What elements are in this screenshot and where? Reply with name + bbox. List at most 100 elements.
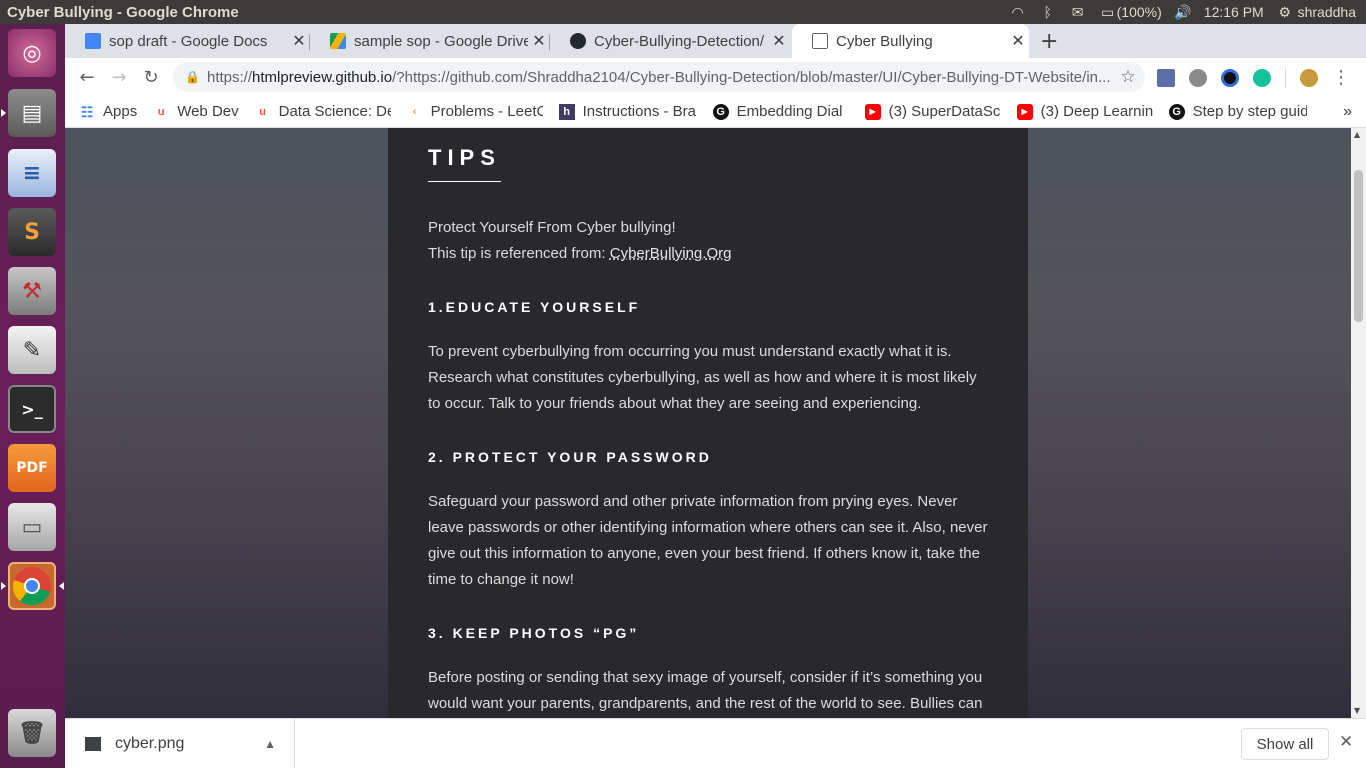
bluetooth-icon[interactable]: ᛒ	[1039, 4, 1057, 20]
udemy-icon: u	[259, 105, 266, 118]
text-editor-icon[interactable]: ✎	[8, 326, 56, 374]
page-icon	[812, 33, 828, 49]
files-icon[interactable]: ▤	[8, 89, 56, 137]
extensions-area: ⋮	[1157, 67, 1350, 88]
volume-icon[interactable]: 🔊	[1174, 4, 1192, 21]
tab-strip: sop draft - Google Docs ✕ sample sop - G…	[65, 24, 1366, 58]
eyedropper-extension-icon[interactable]	[1157, 68, 1175, 87]
forward-button[interactable]: →	[103, 67, 135, 88]
address-bar[interactable]: 🔒 https://htmlpreview.github.io/?https:/…	[173, 62, 1145, 92]
bookmark-deep-learning[interactable]: ▶ (3) Deep Learnin	[1016, 103, 1153, 120]
bookmarks-bar: ☷ Apps u Web Dev u Data Science: De ‹ Proble…	[65, 96, 1366, 128]
reload-button[interactable]: ↻	[135, 67, 167, 88]
cyberbullying-org-link[interactable]: CyberBullying.Org	[610, 245, 732, 262]
section-body: Before posting or sending that sexy imag…	[428, 669, 983, 712]
url-text[interactable]: https://htmlpreview.github.io/?https://g…	[207, 69, 1111, 86]
close-tab-icon[interactable]: ✕	[528, 31, 550, 51]
close-tab-icon[interactable]: ✕	[288, 31, 310, 51]
download-item[interactable]: cyber.png ▲	[65, 718, 295, 768]
page-title: TIPS	[428, 145, 501, 182]
bookmark-web-dev[interactable]: u Web Dev	[153, 103, 239, 120]
system-top-bar: Cyber Bullying - Google Chrome ◠ ᛒ ✉ ▭ (1…	[0, 0, 1366, 24]
bookmark-leetcode[interactable]: ‹ Problems - LeetC	[407, 103, 543, 120]
battery-indicator[interactable]: ▭ (100%)	[1099, 4, 1162, 21]
h-icon: h	[558, 103, 575, 120]
section-body: Safeguard your password and other privat…	[428, 493, 988, 588]
ubuntu-logo-icon[interactable]: ◎	[8, 29, 56, 77]
running-indicator	[1, 582, 6, 590]
chevron-up-icon[interactable]: ▲	[264, 737, 276, 751]
wifi-icon[interactable]: ◠	[1009, 4, 1027, 21]
tab-sample-sop[interactable]: sample sop - Google Drive ✕	[310, 24, 550, 58]
github-icon	[570, 33, 586, 49]
trash-icon[interactable]: 🗑	[8, 709, 56, 757]
section-title: 1.EDUCATE YOURSELF	[428, 299, 641, 315]
menu-kebab-icon[interactable]: ⋮	[1332, 67, 1350, 88]
sublime-text-icon[interactable]: S	[8, 208, 56, 256]
chrome-logo	[12, 567, 51, 606]
close-tab-icon[interactable]: ✕	[1007, 31, 1029, 51]
tips-panel: TIPS Protect Yourself From Cyber bullyin…	[388, 128, 1028, 718]
section-body: To prevent cyberbullying from occurring …	[428, 343, 977, 412]
close-icon[interactable]: ✕	[1339, 732, 1353, 752]
youtube-icon: ▶	[864, 103, 881, 120]
extension-gear-icon[interactable]	[1189, 68, 1207, 87]
youtube-icon: ▶	[1016, 103, 1033, 120]
bookmark-step-by-step[interactable]: G Step by step guid	[1168, 103, 1307, 120]
page-viewport: TIPS Protect Yourself From Cyber bullyin…	[65, 128, 1351, 718]
chrome-icon[interactable]	[8, 562, 56, 610]
intro-text: Protect Yourself From Cyber bullying! Th…	[428, 219, 732, 262]
page-scrollbar[interactable]: ▲ ▼	[1351, 128, 1366, 718]
bookmark-superdatascience[interactable]: ▶ (3) SuperDataSci	[864, 103, 1001, 120]
grammarly-icon[interactable]	[1253, 68, 1271, 87]
close-tab-icon[interactable]: ✕	[768, 31, 790, 51]
gear-icon: ⚙	[1278, 3, 1291, 20]
leetcode-icon: ‹	[412, 105, 417, 118]
g-icon: G	[1168, 103, 1185, 120]
bookmark-instructions[interactable]: h Instructions - Bra	[558, 103, 697, 120]
settings-icon[interactable]: ⚒	[8, 267, 56, 315]
mail-icon[interactable]: ✉	[1069, 4, 1087, 21]
udemy-icon: u	[157, 105, 165, 118]
google-drive-icon	[330, 33, 346, 49]
section-title: 3. KEEP PHOTOS “PG”	[428, 625, 640, 641]
scroll-up-arrow-icon[interactable]: ▲	[1354, 130, 1360, 139]
user-menu[interactable]: ⚙ shraddha	[1276, 4, 1356, 21]
writer-icon[interactable]: ≡	[8, 149, 56, 197]
image-file-icon	[85, 736, 101, 751]
scroll-down-arrow-icon[interactable]: ▼	[1354, 706, 1360, 715]
lock-icon[interactable]: 🔒	[185, 70, 207, 84]
bookmark-star-icon[interactable]: ☆	[1111, 67, 1145, 87]
unity-launcher: ◎ ▤ ≡ S ⚒ ✎ >_ PDF ▭ 🗑	[0, 24, 65, 768]
disk-icon[interactable]: ▭	[8, 503, 56, 551]
bookmark-data-science[interactable]: u Data Science: De	[255, 103, 390, 120]
terminal-icon[interactable]: >_	[8, 385, 56, 433]
bookmark-apps[interactable]: ☷ Apps	[79, 103, 137, 120]
toolbar-divider	[1285, 67, 1286, 88]
extension-drive-icon[interactable]	[1221, 68, 1239, 87]
google-docs-icon	[85, 33, 101, 49]
downloads-bar: cyber.png ▲ Show all ✕	[65, 718, 1366, 768]
scrollbar-thumb[interactable]	[1354, 170, 1363, 322]
active-indicator	[59, 582, 64, 590]
g-icon: G	[712, 103, 729, 120]
browser-toolbar: ← → ↻ 🔒 https://htmlpreview.github.io/?h…	[65, 58, 1366, 96]
bookmarks-overflow-icon[interactable]: »	[1343, 103, 1366, 121]
tab-sop-draft[interactable]: sop draft - Google Docs ✕	[65, 24, 310, 58]
download-filename: cyber.png	[115, 734, 185, 752]
clock[interactable]: 12:16 PM	[1204, 4, 1264, 20]
tab-cyber-bullying[interactable]: Cyber Bullying ✕	[792, 24, 1029, 58]
section-title: 2. PROTECT YOUR PASSWORD	[428, 449, 712, 465]
foxit-pdf-icon[interactable]: PDF	[8, 444, 56, 492]
show-all-button[interactable]: Show all	[1241, 728, 1329, 760]
tab-github-repo[interactable]: Cyber-Bullying-Detection/ ✕	[550, 24, 790, 58]
battery-icon: ▭	[1101, 3, 1115, 20]
apps-grid-icon: ☷	[80, 103, 94, 120]
back-button[interactable]: ←	[71, 67, 103, 88]
profile-avatar[interactable]	[1300, 68, 1318, 87]
running-indicator	[1, 109, 6, 117]
bookmark-embedding[interactable]: G Embedding Dial	[712, 103, 849, 120]
window-title: Cyber Bullying - Google Chrome	[7, 3, 239, 21]
browser-chrome: sop draft - Google Docs ✕ sample sop - G…	[65, 24, 1366, 128]
new-tab-button[interactable]: +	[1040, 29, 1058, 54]
